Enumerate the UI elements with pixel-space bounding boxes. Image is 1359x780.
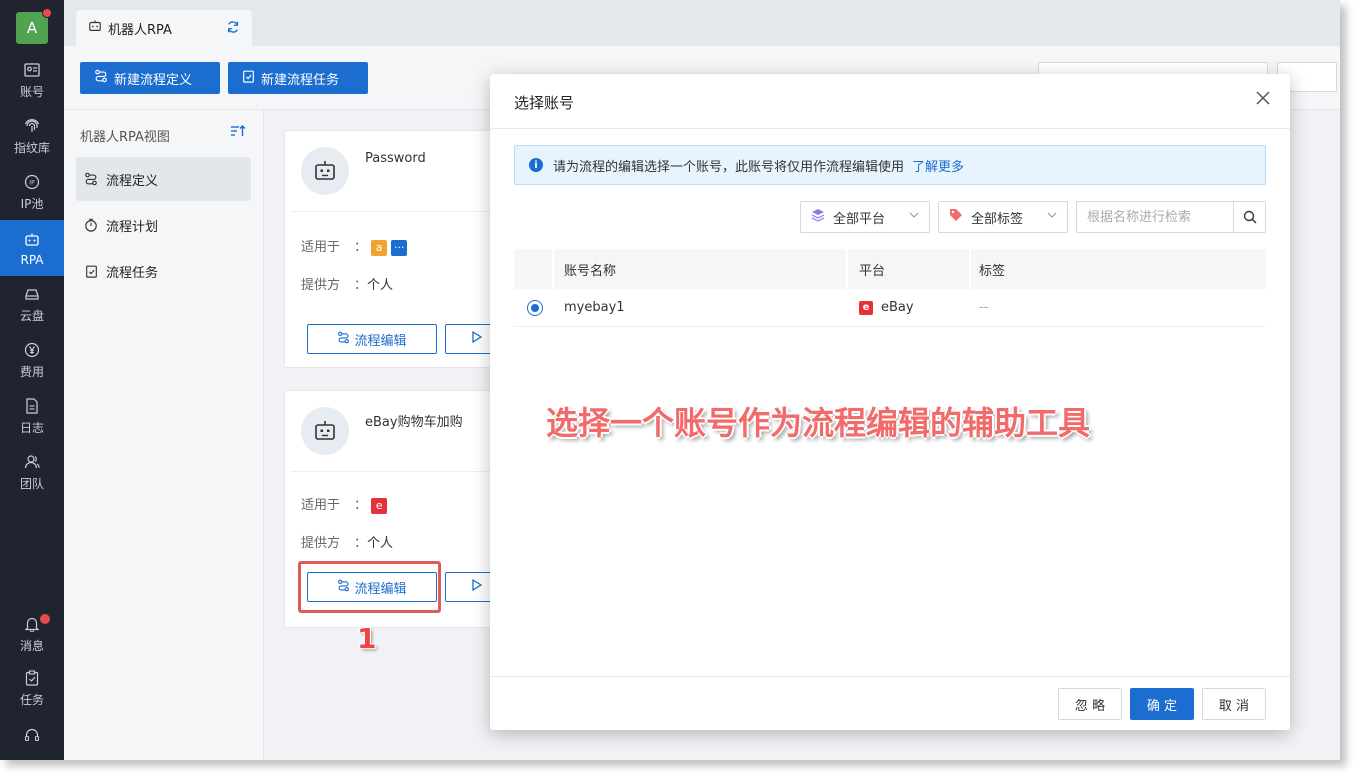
account-platform: e eBay — [859, 300, 914, 315]
robot-icon — [88, 19, 102, 37]
platform-filter-select[interactable]: 全部平台 — [800, 201, 930, 233]
divider — [291, 211, 493, 212]
app-window: A 账号 指纹库 IP IP池 RPA 云盘 费用 日志 团队 消息 任务 机器… — [0, 0, 1340, 760]
highlight-box — [298, 561, 441, 613]
yen-icon — [22, 340, 42, 360]
timer-icon — [84, 218, 98, 232]
card-provider: 提供方 ：个人 — [301, 536, 394, 551]
amazon-icon: a — [371, 239, 388, 256]
account-search — [1076, 201, 1266, 233]
clipboard-check-icon — [242, 69, 255, 87]
column-divider — [969, 249, 971, 289]
row-radio[interactable] — [527, 300, 543, 316]
column-divider — [552, 249, 554, 289]
notification-dot — [42, 8, 52, 18]
dialog-title: 选择账号 — [514, 94, 575, 112]
chevron-down-icon — [909, 210, 919, 223]
select-account-dialog: 选择账号 i 请为流程的编辑选择一个账号，此账号将仅用作流程编辑使用 了解更多 … — [490, 74, 1290, 730]
dialog-header: 选择账号 — [490, 74, 1290, 129]
robot-icon — [22, 230, 42, 250]
avatar[interactable]: A — [16, 8, 52, 44]
sidebar: A 账号 指纹库 IP IP池 RPA 云盘 费用 日志 团队 消息 任务 — [0, 0, 64, 760]
play-icon — [472, 578, 483, 595]
robot-icon — [301, 147, 349, 195]
table-row[interactable]: myebay1 e eBay -- — [514, 289, 1266, 327]
card-provider: 提供方 ：个人 — [301, 278, 394, 293]
flow-icon — [84, 172, 98, 186]
left-panel: 机器人RPA视图 流程定义 流程计划 流程任务 — [64, 110, 264, 760]
sidebar-item-messages[interactable]: 消息 — [0, 606, 64, 662]
column-platform: 平台 — [859, 264, 886, 279]
cloud-disk-icon — [22, 284, 42, 304]
tab-bar: 机器人RPA — [64, 0, 1340, 46]
annotation-text: 选择一个账号作为流程编辑的辅助工具 — [546, 404, 1091, 442]
sidebar-item-team[interactable]: 团队 — [0, 444, 64, 500]
chevron-down-icon — [1047, 210, 1057, 223]
headset-icon — [22, 725, 42, 745]
ip-icon: IP — [22, 172, 42, 192]
layers-icon — [811, 208, 825, 226]
new-definition-button[interactable]: 新建流程定义 — [80, 62, 220, 94]
new-task-button[interactable]: 新建流程任务 — [228, 62, 368, 94]
nav-flow-tasks[interactable]: 流程任务 — [76, 249, 251, 293]
ebay-icon: e — [859, 300, 873, 315]
info-icon: i — [529, 158, 543, 172]
team-icon — [22, 452, 42, 472]
play-icon — [472, 330, 483, 347]
sidebar-item-support[interactable] — [0, 716, 64, 756]
message-badge — [40, 614, 50, 624]
card-applies: 适用于： e — [301, 494, 391, 514]
sidebar-item-logs[interactable]: 日志 — [0, 388, 64, 444]
sort-icon[interactable] — [230, 124, 246, 142]
more-platforms-icon: ··· — [391, 239, 408, 256]
id-card-icon — [22, 60, 42, 80]
fingerprint-icon — [22, 116, 42, 136]
search-input[interactable] — [1077, 202, 1235, 232]
ebay-icon: e — [371, 497, 388, 514]
left-panel-title: 机器人RPA视图 — [80, 130, 170, 145]
learn-more-link[interactable]: 了解更多 — [912, 156, 964, 175]
card-title: eBay购物车加购 — [365, 415, 463, 430]
clipboard-check-icon — [22, 668, 42, 688]
card-applies: 适用于： a ··· — [301, 236, 411, 256]
bell-icon — [22, 614, 42, 634]
divider — [291, 471, 493, 472]
search-icon[interactable] — [1233, 202, 1265, 232]
step-number: 1 — [357, 622, 377, 655]
sidebar-item-tasks[interactable]: 任务 — [0, 660, 64, 716]
tag-filter-select[interactable]: 全部标签 — [938, 201, 1068, 233]
document-icon — [22, 396, 42, 416]
sidebar-item-ip-pool[interactable]: IP IP池 — [0, 164, 64, 220]
card-title: Password — [365, 151, 426, 166]
tab-rpa[interactable]: 机器人RPA — [76, 10, 252, 46]
column-divider — [846, 249, 848, 289]
column-name: 账号名称 — [564, 264, 617, 279]
robot-icon — [301, 407, 349, 455]
info-banner: i 请为流程的编辑选择一个账号，此账号将仅用作流程编辑使用 了解更多 — [514, 145, 1266, 185]
refresh-icon[interactable] — [226, 20, 240, 38]
ignore-button[interactable]: 忽 略 — [1058, 688, 1122, 720]
table-header: 账号名称 平台 标签 — [514, 249, 1266, 289]
sidebar-item-cloud-disk[interactable]: 云盘 — [0, 276, 64, 332]
flow-card: Password 适用于： a ··· 提供方 ：个人 流程编辑 — [284, 130, 505, 368]
column-tags: 标签 — [979, 264, 1006, 279]
nav-flow-schedule[interactable]: 流程计划 — [76, 203, 251, 247]
flow-icon — [337, 331, 350, 348]
sidebar-item-accounts[interactable]: 账号 — [0, 52, 64, 108]
tag-icon — [949, 208, 963, 226]
close-icon[interactable] — [1256, 88, 1270, 110]
sidebar-item-billing[interactable]: 费用 — [0, 332, 64, 388]
account-name: myebay1 — [564, 300, 625, 315]
cancel-button[interactable]: 取 消 — [1202, 688, 1266, 720]
confirm-button[interactable]: 确 定 — [1130, 688, 1194, 720]
nav-flow-definition[interactable]: 流程定义 — [76, 157, 251, 201]
flow-icon — [94, 69, 108, 87]
sidebar-item-fingerprint[interactable]: 指纹库 — [0, 108, 64, 164]
clipboard-check-icon — [84, 264, 98, 278]
flow-edit-button[interactable]: 流程编辑 — [307, 324, 437, 354]
sidebar-item-rpa[interactable]: RPA — [0, 220, 64, 276]
dialog-footer: 忽 略 确 定 取 消 — [490, 676, 1290, 730]
svg-text:IP: IP — [29, 180, 35, 187]
account-tags: -- — [979, 300, 989, 315]
